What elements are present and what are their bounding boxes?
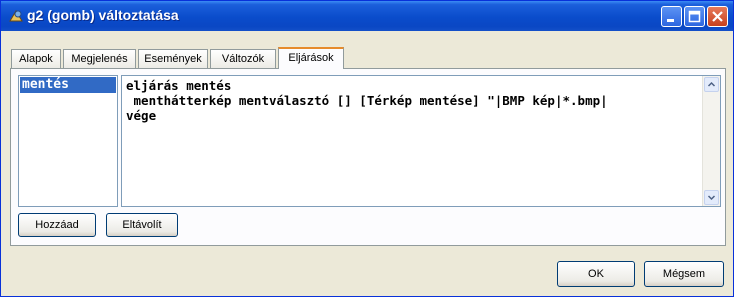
close-icon	[712, 11, 723, 22]
add-button[interactable]: Hozzáad	[18, 213, 96, 237]
procedure-list-item[interactable]: mentés	[20, 77, 116, 93]
window-title: g2 (gomb) változtatása	[27, 7, 179, 23]
maximize-button[interactable]	[684, 6, 705, 27]
dialog-window: g2 (gomb) változtatása Alapok Megjelenés…	[0, 0, 734, 297]
vertical-scrollbar[interactable]	[702, 76, 720, 206]
tab-eljarasok[interactable]: Eljárások	[278, 47, 344, 69]
scroll-down-button[interactable]	[704, 190, 719, 205]
tab-megjelenes[interactable]: Megjelenés	[63, 49, 136, 68]
tab-esemenyek[interactable]: Események	[138, 49, 208, 68]
cancel-button[interactable]: Mégsem	[644, 261, 724, 287]
chevron-up-icon	[707, 81, 716, 87]
scroll-up-button[interactable]	[704, 77, 719, 92]
code-editor[interactable]: eljárás mentés menthátterkép mentválaszt…	[121, 75, 721, 207]
close-button[interactable]	[707, 6, 728, 27]
maximize-icon	[688, 10, 701, 23]
chevron-down-icon	[707, 195, 716, 201]
code-text[interactable]: eljárás mentés menthátterkép mentválaszt…	[126, 78, 714, 123]
title-bar[interactable]: g2 (gomb) változtatása	[1, 1, 733, 31]
tab-alapok[interactable]: Alapok	[11, 49, 61, 68]
minimize-button[interactable]	[661, 6, 682, 27]
app-icon	[7, 7, 25, 25]
remove-button[interactable]: Eltávolít	[106, 213, 178, 237]
procedure-list[interactable]: mentés	[18, 75, 118, 207]
ok-button[interactable]: OK	[557, 261, 635, 287]
tab-valtozok[interactable]: Változók	[210, 49, 276, 68]
minimize-icon	[667, 19, 674, 22]
